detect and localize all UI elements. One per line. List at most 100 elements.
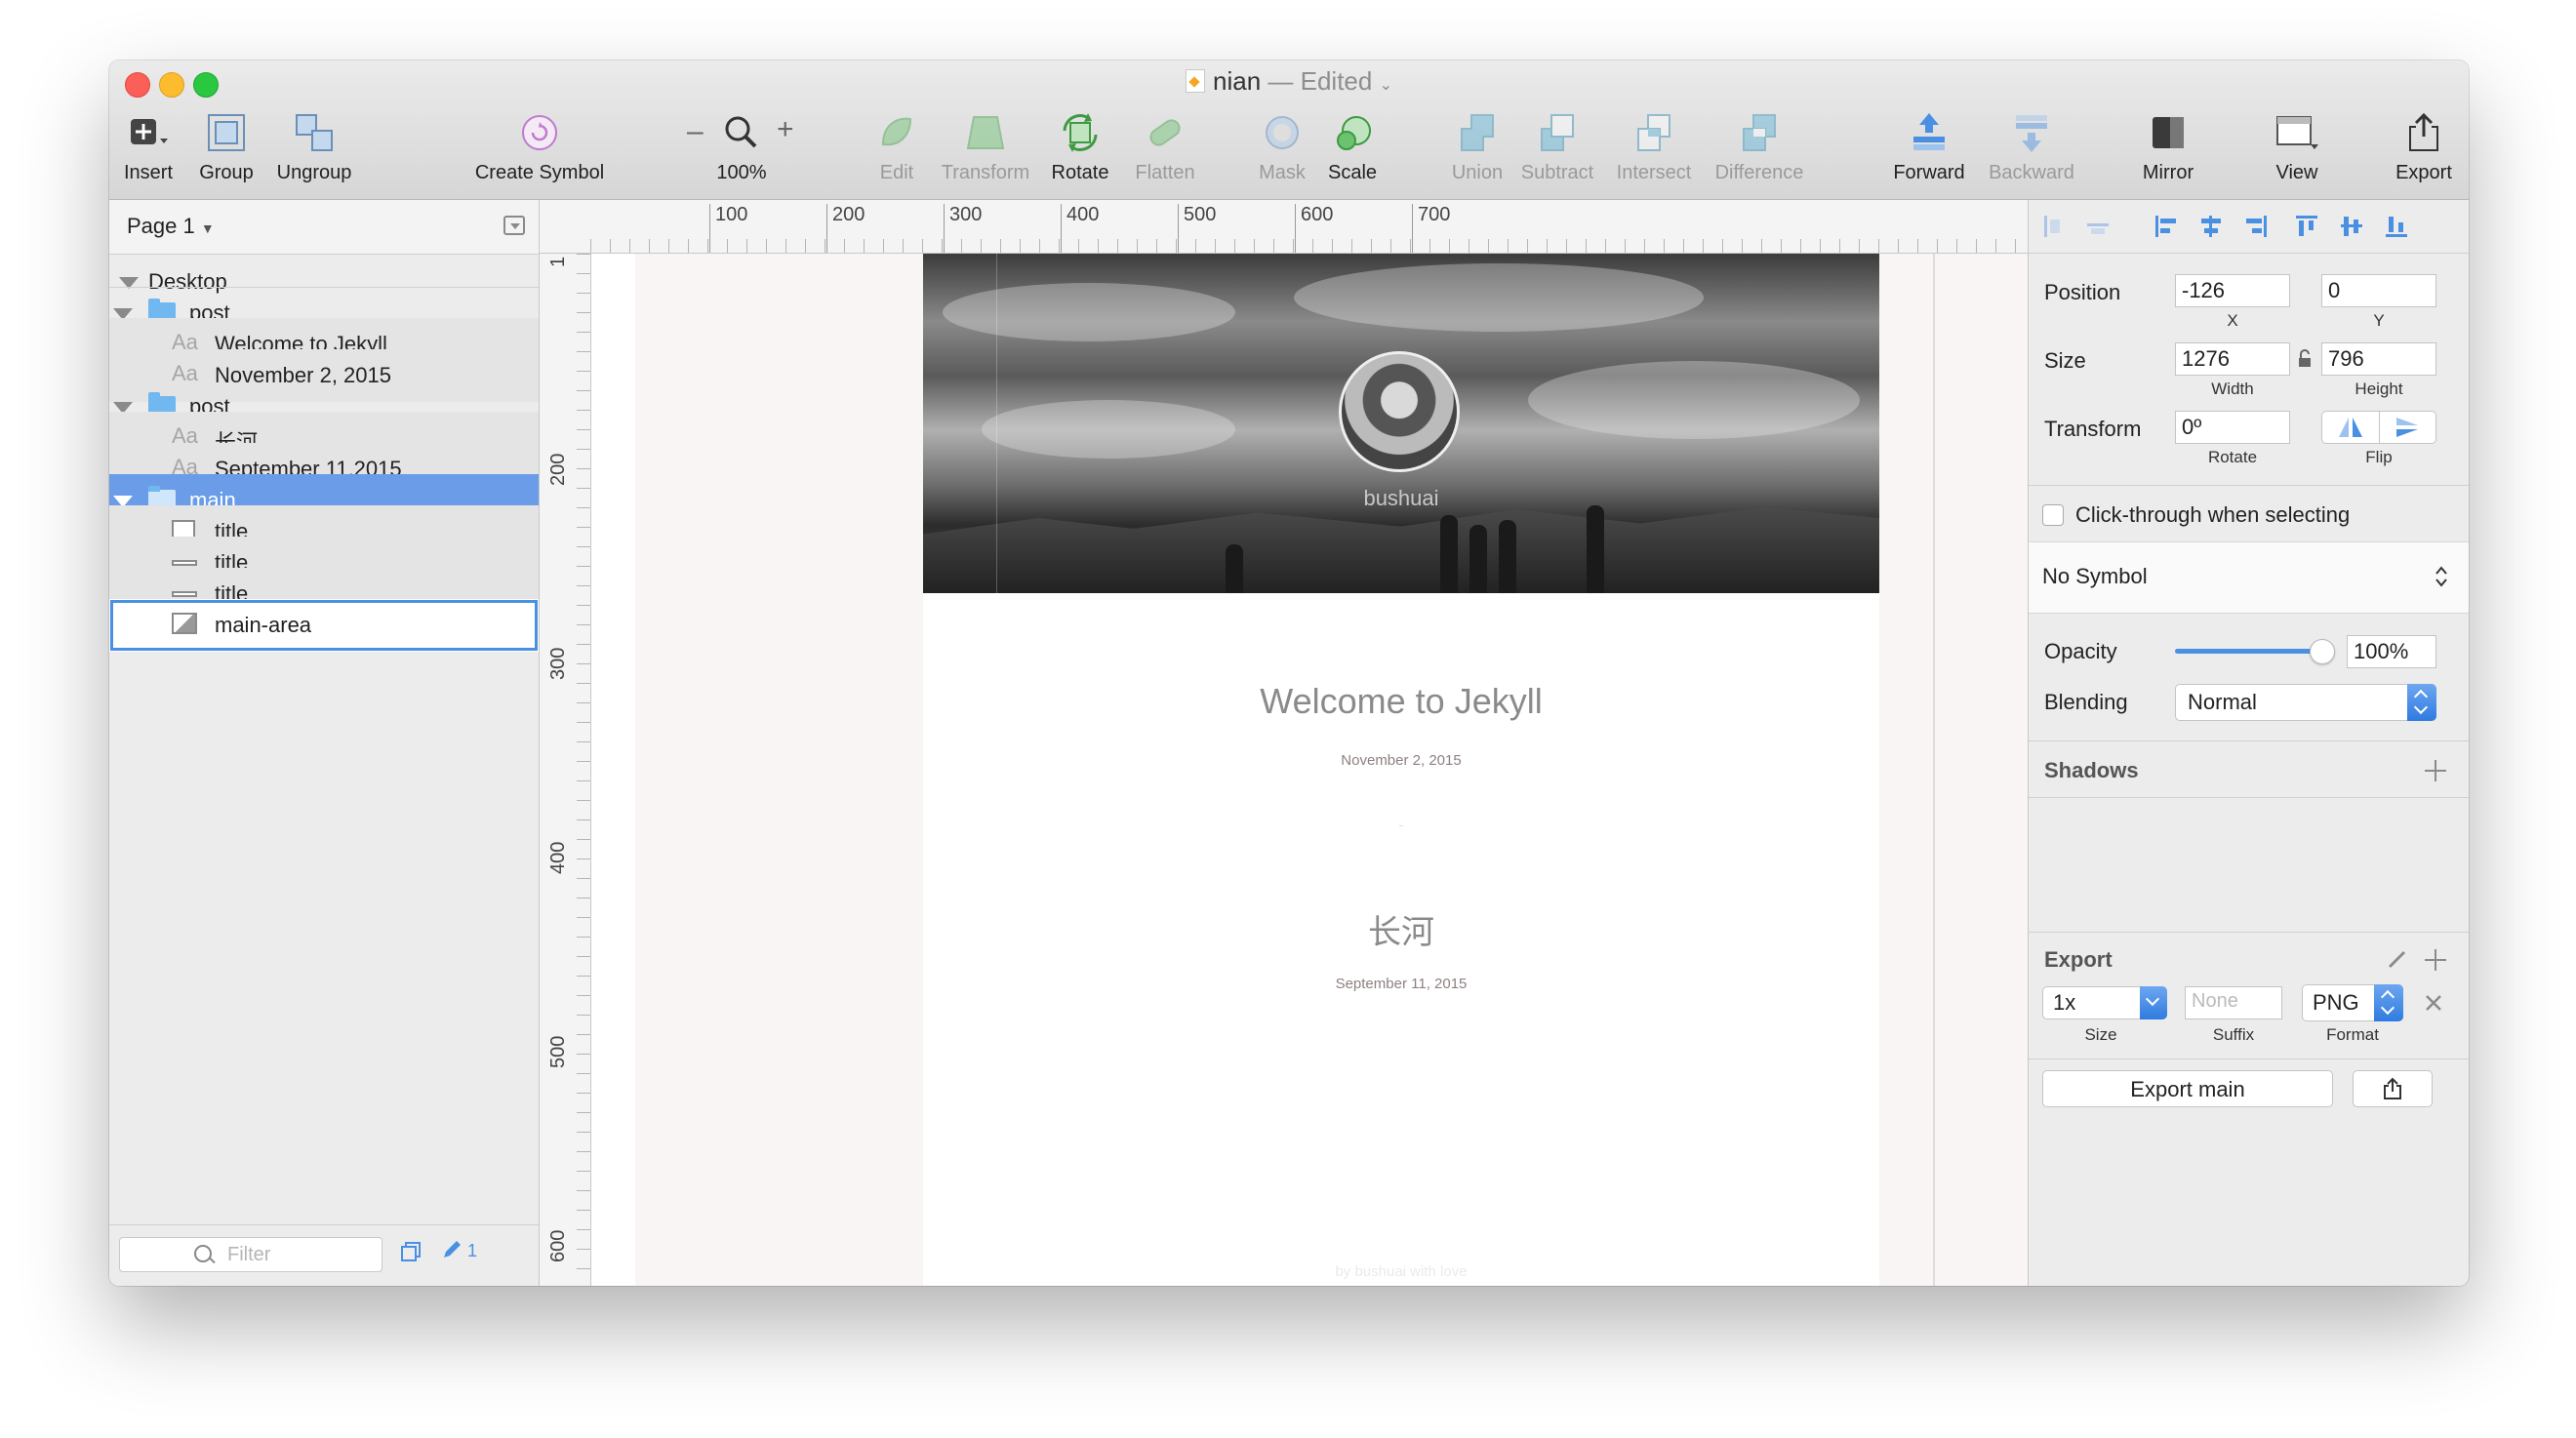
person-silhouette xyxy=(1587,505,1604,593)
transform-button[interactable]: Transform xyxy=(937,111,1034,184)
export-main-button[interactable]: Export main xyxy=(2042,1070,2333,1107)
forward-button[interactable]: Forward xyxy=(1887,111,1971,184)
divider xyxy=(2029,797,2469,798)
rotate-field[interactable]: 0º xyxy=(2175,411,2290,444)
layer-filter-input[interactable]: Filter xyxy=(119,1237,382,1272)
add-shadow-icon[interactable] xyxy=(2425,760,2446,781)
export-format-dropdown[interactable]: PNG xyxy=(2302,984,2403,1021)
align-bottom-icon[interactable] xyxy=(2384,214,2409,239)
align-top-icon[interactable] xyxy=(2294,214,2319,239)
blending-dropdown[interactable]: Normal xyxy=(2175,684,2436,721)
union-icon xyxy=(1456,111,1499,154)
lock-icon[interactable] xyxy=(2296,348,2314,375)
zoom-level[interactable]: 100% xyxy=(716,162,766,183)
cloud xyxy=(943,283,1235,341)
union-button[interactable]: Union xyxy=(1448,111,1507,184)
person-silhouette xyxy=(1469,525,1487,593)
scale-button[interactable]: Scale xyxy=(1323,111,1382,184)
group-button[interactable]: Group xyxy=(191,111,262,184)
page-name: Page 1 xyxy=(127,214,195,238)
page-footer: by bushuai with love xyxy=(1335,1263,1468,1280)
position-x-field[interactable]: -126 xyxy=(2175,274,2290,307)
collapse-pages-icon[interactable] xyxy=(503,216,525,235)
ruler-tick-label: 200 xyxy=(825,204,865,253)
artboard-page[interactable]: bushuai Welcome to Jekyll November 2, 20… xyxy=(923,254,1879,1286)
distribute-vertical-icon[interactable] xyxy=(2085,214,2111,239)
author-name: bushuai xyxy=(1363,486,1439,510)
rotate-icon xyxy=(1059,111,1102,154)
align-left-icon[interactable] xyxy=(2153,214,2179,239)
position-y-field[interactable]: 0 xyxy=(2321,274,2436,307)
share-button[interactable] xyxy=(2353,1070,2433,1107)
line-layer-icon xyxy=(172,560,197,566)
slice-knife-icon[interactable] xyxy=(2386,947,2407,974)
symbol-selector[interactable]: No Symbol xyxy=(2029,541,2469,614)
ungroup-button[interactable]: Ungroup xyxy=(271,111,357,184)
zoom-in-button[interactable]: + xyxy=(777,113,794,146)
filter-placeholder: Filter xyxy=(227,1244,271,1265)
export-button[interactable]: Export xyxy=(2385,111,2463,184)
subtract-label: Subtract xyxy=(1520,162,1594,183)
align-right-icon[interactable] xyxy=(2243,214,2269,239)
person-silhouette xyxy=(1499,520,1516,593)
export-suffix-field[interactable]: None xyxy=(2185,986,2282,1019)
opacity-slider[interactable] xyxy=(2175,639,2335,664)
align-center-horizontal-icon[interactable] xyxy=(2198,214,2224,239)
post-title: 长河 xyxy=(1368,914,1434,951)
edit-shape-icon xyxy=(875,111,918,154)
export-header: Export xyxy=(2044,947,2113,972)
flip-vertical-icon[interactable] xyxy=(2379,412,2435,443)
zoom-icons: – + xyxy=(683,111,800,154)
click-through-checkbox[interactable] xyxy=(2042,504,2064,526)
group-label: Group xyxy=(199,162,254,183)
mirror-button[interactable]: Mirror xyxy=(2131,111,2205,184)
vertical-ruler[interactable]: 1 200 300 400 500 600 xyxy=(540,254,591,1286)
width-field[interactable]: 1276 xyxy=(2175,342,2290,376)
export-size-caption: Size xyxy=(2084,1025,2117,1044)
height-field[interactable]: 796 xyxy=(2321,342,2436,376)
flip-horizontal-icon[interactable] xyxy=(2322,412,2380,443)
blending-value: Normal xyxy=(2188,690,2257,714)
intersect-button[interactable]: Intersect xyxy=(1610,111,1698,184)
layer-label: main-area xyxy=(215,613,312,637)
mask-icon xyxy=(1261,111,1304,154)
add-export-icon[interactable] xyxy=(2425,949,2446,971)
distribute-horizontal-icon[interactable] xyxy=(2040,214,2066,239)
subtract-icon xyxy=(1536,111,1579,154)
subtract-button[interactable]: Subtract xyxy=(1516,111,1598,184)
create-symbol-label: Create Symbol xyxy=(474,162,605,183)
export-size-dropdown[interactable]: 1x xyxy=(2042,986,2167,1019)
canvas[interactable]: bushuai Welcome to Jekyll November 2, 20… xyxy=(540,200,2028,1286)
opacity-label: Opacity xyxy=(2044,639,2117,663)
magnifier-icon xyxy=(722,113,761,158)
zoom-out-button[interactable]: – xyxy=(687,115,704,148)
title-toolbar: nian — Edited ⌄ Insert Group Ungroup Cre… xyxy=(109,60,2469,200)
difference-button[interactable]: Difference xyxy=(1706,111,1813,184)
union-label: Union xyxy=(1451,162,1504,183)
opacity-field[interactable]: 100% xyxy=(2347,635,2436,668)
page-selector[interactable]: Page 1 ▼ xyxy=(127,214,215,239)
mask-button[interactable]: Mask xyxy=(1253,111,1311,184)
document-title[interactable]: nian — Edited ⌄ xyxy=(109,66,2469,97)
layer-row-image[interactable]: main-area xyxy=(109,599,539,652)
opacity-slider-knob[interactable] xyxy=(2310,639,2335,664)
forward-icon xyxy=(1908,111,1951,154)
insert-label: Insert xyxy=(123,162,174,183)
insert-button[interactable]: Insert xyxy=(113,111,183,184)
rotate-button[interactable]: Rotate xyxy=(1046,111,1114,184)
symbols-filter-icon[interactable] xyxy=(400,1241,421,1261)
edit-button[interactable]: Edit xyxy=(872,111,921,184)
flatten-button[interactable]: Flatten xyxy=(1128,111,1202,184)
backward-button[interactable]: Backward xyxy=(1981,111,2082,184)
edited-layers-filter[interactable]: 1 xyxy=(441,1239,477,1261)
click-through-label[interactable]: Click-through when selecting xyxy=(2075,502,2350,528)
main-area-image[interactable]: bushuai xyxy=(923,254,1879,593)
ruler-tick-label: 300 xyxy=(547,647,569,680)
view-button[interactable]: View xyxy=(2260,111,2334,184)
remove-export-icon[interactable] xyxy=(2423,992,2444,1019)
divider xyxy=(2029,740,2469,741)
horizontal-ruler[interactable]: 100 200 300 400 500 600 700 xyxy=(590,200,2028,254)
intersect-icon xyxy=(1632,111,1675,154)
align-middle-vertical-icon[interactable] xyxy=(2339,214,2364,239)
create-symbol-button[interactable]: Create Symbol xyxy=(466,111,613,184)
